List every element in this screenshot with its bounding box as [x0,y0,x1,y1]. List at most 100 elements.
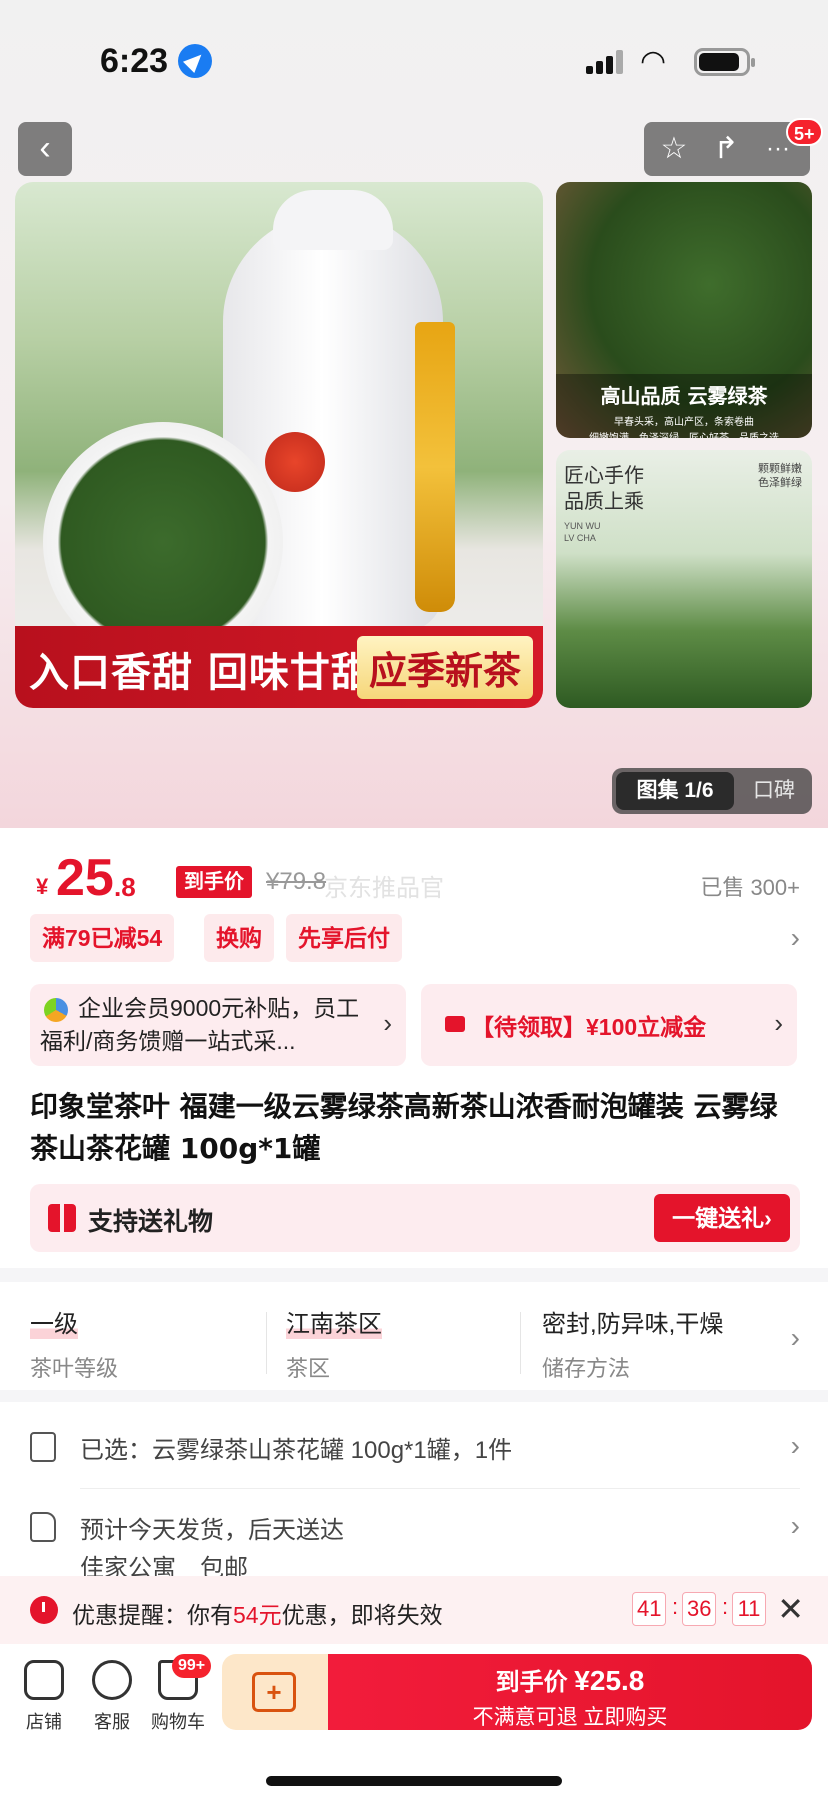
discount-reminder: 优惠提醒：你有54元优惠，即将失效 41 : 36 : 11 ✕ [0,1576,828,1644]
promo-discount[interactable]: 满79已减54 [30,914,175,962]
tab-reviews[interactable]: 口碑 [742,772,806,810]
battery-icon [694,48,755,76]
send-gift-button[interactable]: 一键送礼› [654,1194,790,1242]
store-icon [24,1660,64,1700]
spec-region-key: 茶区 [286,1356,331,1381]
share-icon[interactable]: ↱ [700,122,752,176]
checklist-icon [30,1432,56,1462]
reminder-amount: 54元 [233,1602,282,1628]
countdown-sep: : [672,1594,679,1619]
delivery-text: 预计今天发货，后天送达 [80,1517,344,1544]
chevron-right-icon: › [383,1008,392,1038]
signal-icon [586,50,626,74]
product-title: 印象堂茶叶 福建一级云雾绿茶高新茶山浓香耐泡罐装 云雾绿茶山茶花罐 100g*1… [30,1090,778,1165]
promo-row[interactable]: 满79已减54 换购 先享后付 › [30,914,800,964]
price-decimal: .8 [114,872,136,902]
location-icon [178,44,212,78]
gift-bar: 支持送礼物 一键送礼› [30,1184,800,1252]
spec-storage: 密封,防异味,干燥 储存方法 [542,1304,772,1383]
thumbnail-2[interactable]: 匠心手作 品质上乘 YUN WU LV CHA 颗颗鲜嫩 色泽鲜绿 [556,450,812,708]
coupon-text: 【待领取】¥100立减金 [471,1014,707,1040]
enterprise-text: 企业会员9000元补贴，员工福利/商务馈赠一站式采... [40,995,360,1054]
chevron-right-icon: › [790,1322,800,1353]
countdown-minutes: 36 [682,1592,717,1626]
product-gallery[interactable]: 6:23 ◠ ‹ ☆ ↱ ··· 5+ 入口香甜 回味甘甜 应季新茶 高山品质 … [0,0,828,828]
original-price: ¥79.8 [266,868,327,895]
add-to-cart-button[interactable]: + [222,1654,328,1730]
product-info: ¥ 25 .8 到手价 ¥79.8 京东推品官 已售 300+ 满79已减54 … [0,828,828,1268]
selected-option-row[interactable]: 已选：云雾绿茶山茶花罐 100g*1罐，1件 › [30,1408,800,1488]
chat-smile-icon [92,1660,132,1700]
chevron-right-icon: › [790,1510,800,1541]
home-indicator [266,1776,562,1786]
gift-icon [48,1204,76,1232]
wifi-icon: ◠ [640,45,667,78]
spec-summary[interactable]: 一级 茶叶等级 江南茶区 茶区 密封,防异味,干燥 储存方法 › [0,1282,828,1390]
spec-grade-value: 一级 [30,1304,78,1339]
main-product-image[interactable]: 入口香甜 回味甘甜 应季新茶 [15,182,543,708]
spec-grade-key: 茶叶等级 [30,1356,119,1381]
thumbnail-2-english: YUN WU LV CHA [564,521,601,543]
thumbnail-2-side-line1: 颗颗鲜嫩 [758,463,802,475]
buy-subtitle: 不满意可退 立即购买 [472,1706,668,1729]
option-rows: 已选：云雾绿茶山茶花罐 100g*1罐，1件 › 预计今天发货，后天送达 › 佳… [0,1402,828,1582]
status-time: 6:23 [100,42,169,80]
cart-label: 购物车 [151,1712,205,1732]
promo-pay-later[interactable]: 先享后付 [286,914,402,962]
truck-icon [30,1512,56,1542]
bottom-action-bar: 店铺 客服 购物车 99+ + 到手价 ¥25.8 不满意可退 立即购买 [0,1644,828,1800]
jar-lid-graphic [273,190,393,250]
reminder-prefix: 优惠提醒：你有 [72,1602,233,1628]
thumbnail-1-caption: 高山品质 云雾绿茶 早春头采，高山产区，条索卷曲 细嫩饱满，色泽深绿，匠心好茶，… [556,374,812,438]
spec-region-value: 江南茶区 [286,1304,382,1339]
thumbnail-2-title-line1: 匠心手作 [564,463,644,487]
thumbnail-1-sub1: 早春头采，高山产区，条索卷曲 [614,417,754,428]
price-integer: 25 [56,849,114,907]
thumbnail-1-title: 高山品质 云雾绿茶 [600,384,768,408]
spec-storage-value: 密封,防异味,干燥 [542,1311,724,1338]
chevron-right-icon[interactable]: › [791,922,800,954]
add-cart-icon: + [252,1672,296,1712]
thumbnail-2-side-line2: 色泽鲜绿 [758,477,802,489]
watermark-text: 京东推品官 [324,875,444,902]
countdown-hours: 41 [632,1592,667,1626]
price-currency: ¥ [36,874,49,899]
image-banner: 入口香甜 回味甘甜 应季新茶 [15,626,543,708]
coupon-card[interactable]: 【待领取】¥100立减金 › [421,984,797,1066]
countdown-sep: : [722,1594,729,1619]
divider [520,1312,521,1374]
thumbnail-2-side-text: 颗颗鲜嫩 色泽鲜绿 [758,462,802,490]
promo-exchange[interactable]: 换购 [204,914,274,962]
status-bar: 6:23 ◠ [0,0,828,112]
thumbnail-2-title-line2: 品质上乘 [564,489,644,513]
thumbnail-1[interactable]: 高山品质 云雾绿茶 早春头采，高山产区，条索卷曲 细嫩饱满，色泽深绿，匠心好茶，… [556,182,812,438]
chevron-right-icon: › [774,1008,783,1038]
clock-icon [30,1596,58,1624]
back-button[interactable]: ‹ [18,122,72,176]
divider [266,1312,267,1374]
spec-region: 江南茶区 茶区 [286,1304,516,1383]
reminder-text: 优惠提醒：你有54元优惠，即将失效 [72,1596,443,1630]
selected-option-text: 已选：云雾绿茶山茶花罐 100g*1罐，1件 [80,1437,513,1464]
enterprise-card[interactable]: 企业会员9000元补贴，员工福利/商务馈赠一站式采... › [30,984,406,1066]
cart-badge: 99+ [172,1654,212,1678]
close-icon[interactable]: ✕ [777,1590,804,1628]
thumbnail-1-sub2: 细嫩饱满，色泽深绿，匠心好茶，品质之选 [556,429,812,438]
album-switcher: 图集 1/6 口碑 [612,768,812,814]
tassel-graphic [415,322,455,612]
banner-slogan: 入口香甜 回味甘甜 [29,650,372,696]
chevron-right-icon: › [790,1430,800,1461]
tab-album[interactable]: 图集 1/6 [616,772,734,810]
buy-price: ¥25.8 [574,1665,645,1696]
message-badge: 5+ [786,118,823,146]
buy-price-line: 到手价 ¥25.8 [328,1662,812,1697]
buy-now-button[interactable]: 到手价 ¥25.8 不满意可退 立即购买 [328,1654,812,1730]
flower-graphic [265,432,325,492]
sold-count: 已售 300+ [700,875,800,900]
gift-label: 支持送礼物 [88,1208,214,1236]
final-price-tag: 到手价 [176,866,252,898]
favorite-star-icon[interactable]: ☆ [648,122,700,176]
countdown-seconds: 11 [732,1592,766,1626]
price-row: ¥ 25 .8 到手价 ¥79.8 京东推品官 已售 300+ [30,848,800,908]
thumbnail-2-title: 匠心手作 品质上乘 [564,462,644,514]
